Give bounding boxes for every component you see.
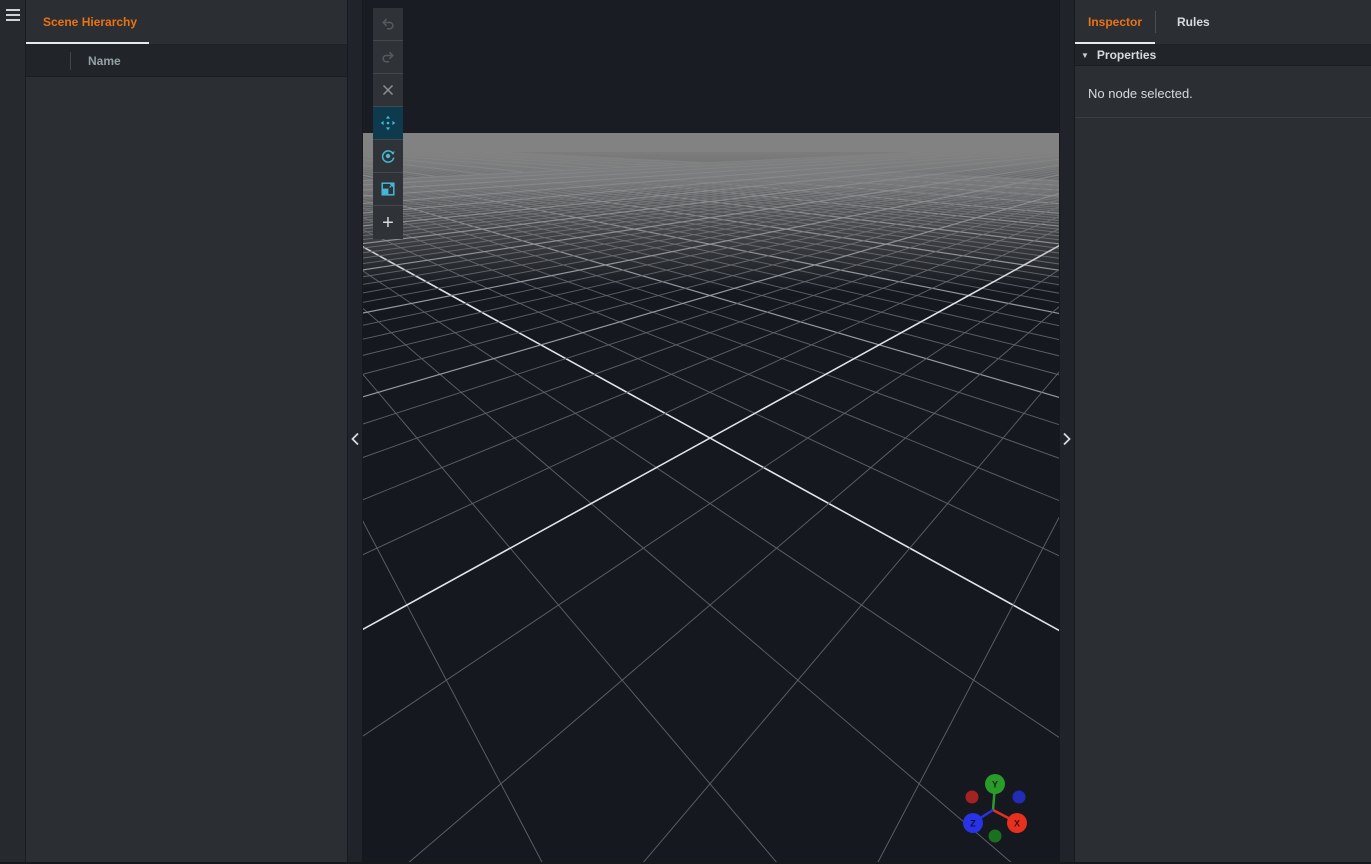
3d-viewport[interactable]: + Y X Z <box>363 0 1059 864</box>
scene-hierarchy-panel: Scene Hierarchy Name <box>26 0 347 864</box>
properties-section-body: No node selected. <box>1075 66 1371 118</box>
horizon-fade <box>363 152 1059 290</box>
add-object-button[interactable]: + <box>373 206 403 239</box>
chevron-right-icon <box>1062 432 1072 446</box>
redo-icon <box>380 49 396 65</box>
tab-divider <box>1155 11 1156 33</box>
sky <box>363 0 1059 133</box>
scale-icon <box>380 181 396 197</box>
column-divider <box>70 52 71 70</box>
properties-title: Properties <box>1097 48 1156 62</box>
translate-tool-button[interactable] <box>373 107 403 140</box>
tab-scene-hierarchy[interactable]: Scene Hierarchy <box>26 0 149 44</box>
neg-z-axis-dot[interactable] <box>1013 791 1026 804</box>
scene-composer-app: Scene Hierarchy Name <box>0 0 1371 864</box>
y-axis-label: Y <box>992 780 998 790</box>
inspector-empty-body <box>1075 118 1371 864</box>
neg-y-axis-dot[interactable] <box>989 830 1002 843</box>
scale-tool-button[interactable] <box>373 173 403 206</box>
x-axis-label: X <box>1014 819 1020 829</box>
inspector-panel: Inspector Rules ▼ Properties No node sel… <box>1075 0 1371 864</box>
tab-inspector[interactable]: Inspector <box>1075 0 1155 44</box>
ground-grid <box>363 0 1059 864</box>
redo-button[interactable] <box>373 41 403 74</box>
caret-down-icon: ▼ <box>1081 51 1089 60</box>
collapse-left-panel-button[interactable] <box>348 426 362 452</box>
inspector-tabbar: Inspector Rules <box>1075 0 1371 45</box>
delete-button[interactable] <box>373 74 403 107</box>
hierarchy-tabbar: Scene Hierarchy <box>26 0 347 45</box>
column-header-name: Name <box>88 54 121 68</box>
menu-icon[interactable] <box>6 9 20 21</box>
properties-section-header[interactable]: ▼ Properties <box>1075 45 1371 66</box>
axis-gizmo[interactable]: Y X Z <box>933 750 1053 864</box>
plus-icon: + <box>382 213 394 233</box>
left-collapse-gutter <box>347 0 363 864</box>
viewport-toolbar: + <box>373 8 403 239</box>
undo-button[interactable] <box>373 8 403 41</box>
horizon-band <box>363 133 1059 152</box>
z-axis-label: Z <box>970 819 976 829</box>
collapse-right-panel-button[interactable] <box>1060 426 1074 452</box>
rotate-icon <box>380 148 396 164</box>
tab-rules[interactable]: Rules <box>1164 0 1223 44</box>
hierarchy-table-header: Name <box>26 45 347 77</box>
no-node-selected-text: No node selected. <box>1088 86 1358 101</box>
translate-icon <box>380 115 396 131</box>
global-nav-strip <box>0 0 26 864</box>
hierarchy-empty-body[interactable] <box>26 77 347 864</box>
right-collapse-gutter <box>1059 0 1075 864</box>
delete-icon <box>380 82 396 98</box>
chevron-left-icon <box>350 432 360 446</box>
neg-x-axis-dot[interactable] <box>966 791 979 804</box>
rotate-tool-button[interactable] <box>373 140 403 173</box>
undo-icon <box>380 16 396 32</box>
